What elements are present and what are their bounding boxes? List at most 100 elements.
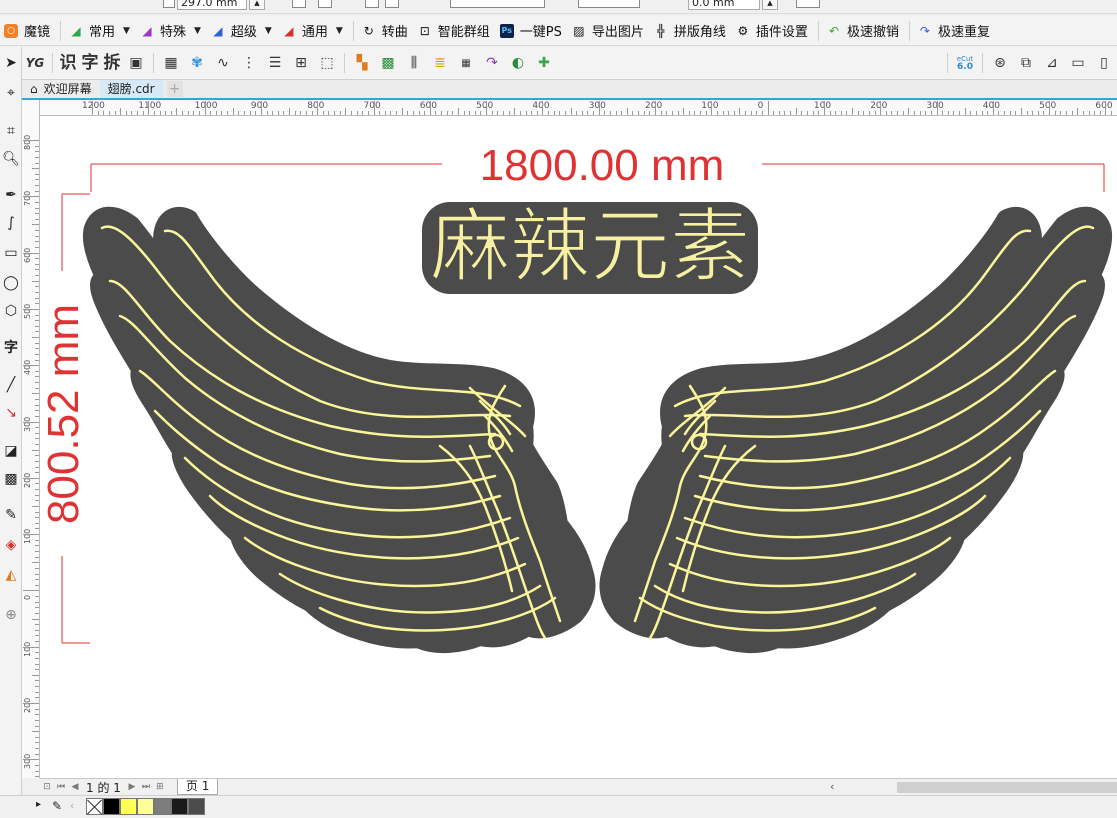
vertical-ruler[interactable]: 800 700 600 500 400 300 200 100 0 100 200 300 [22, 100, 40, 778]
horizontal-scrollbar[interactable]: ‹ [830, 779, 1117, 795]
drawing-canvas[interactable]: 1800.00 mm 800.52 mm 麻辣元素 [40, 116, 1117, 778]
puzzle-icon[interactable]: ✚ [532, 51, 556, 75]
pick-tool-icon[interactable]: ➤ [0, 51, 22, 75]
add-page-icon[interactable]: ⊞ [153, 780, 167, 794]
intersect-icon[interactable]: ⧉ [1014, 51, 1038, 75]
height-field[interactable]: 297.0 mm [177, 0, 247, 10]
color-swatch[interactable] [103, 798, 120, 815]
chevron-down-icon[interactable]: ▼ [336, 26, 343, 36]
plugin-special-button[interactable]: ◢ 特殊 ▼ [136, 18, 207, 44]
shape-tool-icon[interactable]: ⌖ [0, 81, 22, 105]
columns-icon[interactable]: ⫼ [402, 51, 426, 75]
zoom-tool-icon[interactable]: 🔍︎ [0, 147, 22, 171]
color-swatch[interactable] [188, 798, 205, 815]
split-button[interactable]: 拆 [101, 51, 123, 75]
plugin-quick-undo-button[interactable]: ↶ 极速撤销 [823, 18, 905, 44]
plugin-common-button[interactable]: ◢ 常用 ▼ [65, 18, 136, 44]
options-button[interactable] [796, 0, 820, 8]
current-page-button[interactable] [385, 0, 399, 8]
plugin-one-click-ps-button[interactable]: Ps 一键PS [496, 18, 568, 44]
next-page-icon[interactable]: ▶ [125, 780, 139, 794]
folder-icon[interactable]: ▯ [1092, 51, 1116, 75]
distribute-icon[interactable]: ⋮ [237, 51, 261, 75]
recognize-text-button[interactable]: 识 [57, 51, 79, 75]
nudge-field[interactable] [578, 0, 640, 8]
leaf-icon[interactable]: ◐ [506, 51, 530, 75]
height-dimension[interactable]: 800.52 mm [40, 193, 90, 644]
plugin-magic-mirror-button[interactable]: ○ 魔镜 [0, 18, 56, 44]
ellipse-tool-icon[interactable]: ◯ [0, 271, 22, 295]
color-swatch[interactable] [137, 798, 154, 815]
grid-dots-icon[interactable]: ▦ [454, 51, 478, 75]
eyedropper-icon[interactable]: ✎ [52, 799, 62, 813]
plugin-general-button[interactable]: ◢ 通用 ▼ [278, 18, 349, 44]
scrollbar-thumb[interactable] [897, 782, 1117, 793]
plugin-export-image-button[interactable]: ▨ 导出图片 [568, 18, 650, 44]
line-tool-icon[interactable]: ╱ [0, 373, 22, 397]
text-tool-icon[interactable]: 字 [0, 335, 22, 359]
pattern-icon[interactable]: ✾ [185, 51, 209, 75]
wave-icon[interactable]: ∿ [211, 51, 235, 75]
yg-logo-button[interactable]: YG [23, 51, 47, 75]
ruler-icon[interactable]: ▭ [1066, 51, 1090, 75]
chevron-down-icon[interactable]: ▼ [265, 26, 272, 36]
ecut-button[interactable]: eCut 6.0 [953, 51, 977, 75]
color-swatch[interactable] [120, 798, 137, 815]
color-swatch[interactable] [154, 798, 171, 815]
table-icon[interactable]: ▦ [159, 51, 183, 75]
curve-tool-icon[interactable]: ∫ [0, 211, 22, 235]
eyedropper-tool-icon[interactable]: ✎ [0, 503, 22, 527]
measure-icon[interactable]: ⊿ [1040, 51, 1064, 75]
chevron-down-icon[interactable]: ▼ [123, 26, 130, 36]
paste-icon[interactable]: ▣ [124, 51, 148, 75]
transparency-tool-icon[interactable]: ▩ [0, 467, 22, 491]
all-pages-button[interactable] [365, 0, 379, 8]
nodes-icon[interactable]: ⊞ [289, 51, 313, 75]
last-page-icon[interactable]: ⏭ [139, 780, 153, 794]
offset-spinner[interactable]: ▲ [762, 0, 778, 10]
tab-wings-cdr[interactable]: 翅膀.cdr [99, 80, 163, 98]
add-tool-icon[interactable]: ⊕ [0, 603, 22, 627]
connector-tool-icon[interactable]: ↘ [0, 401, 22, 425]
plugin-settings-button[interactable]: ⚙ 插件设置 [732, 18, 814, 44]
select-box-icon[interactable]: ⬚ [315, 51, 339, 75]
chevron-down-icon[interactable]: ▼ [194, 26, 201, 36]
plugin-quick-redo-button[interactable]: ↷ 极速重复 [914, 18, 996, 44]
fill-tool-icon[interactable]: ◈ [0, 533, 22, 557]
no-color-swatch[interactable] [86, 798, 103, 815]
plugin-super-button[interactable]: ◢ 超级 ▼ [207, 18, 278, 44]
scroll-left-icon[interactable]: ‹ [830, 780, 834, 793]
duplicate-offset-field[interactable]: 0.0 mm [688, 0, 760, 10]
image-frame-icon[interactable]: ▩ [376, 51, 400, 75]
title-plate[interactable]: 麻辣元素 [422, 199, 758, 294]
align-lines-icon[interactable]: ☰ [263, 51, 287, 75]
weld-icon[interactable]: ⊛ [988, 51, 1012, 75]
height-spinner[interactable]: ▲ [249, 0, 265, 10]
transform-icon[interactable]: ↷ [480, 51, 504, 75]
page-tab[interactable]: 页 1 [176, 779, 219, 795]
polygon-tool-icon[interactable]: ⬡ [0, 299, 22, 323]
smart-fill-icon[interactable]: ◭ [0, 563, 22, 587]
rectangle-tool-icon[interactable]: ▭ [0, 241, 22, 265]
list-icon[interactable]: ≣ [428, 51, 452, 75]
page-settings-icon[interactable]: ⊡ [40, 780, 54, 794]
tab-welcome[interactable]: ⌂ 欢迎屏幕 [22, 80, 100, 98]
plugin-smart-group-button[interactable]: ⊡ 智能群组 [414, 18, 496, 44]
arrange-icon[interactable]: ▚ [350, 51, 374, 75]
width-dimension[interactable]: 1800.00 mm [90, 141, 1105, 192]
crop-tool-icon[interactable]: ⌗ [0, 119, 22, 143]
prev-page-icon[interactable]: ◀ [68, 780, 82, 794]
portrait-button[interactable] [292, 0, 306, 8]
plugin-imposition-marks-button[interactable]: ╬ 拼版角线 [650, 18, 732, 44]
horizontal-ruler[interactable]: 1200 1100 1000 900 800 700 600 500 400 300 200 100 0… [40, 100, 1117, 116]
shadow-tool-icon[interactable]: ◪ [0, 439, 22, 463]
color-swatch[interactable] [171, 798, 188, 815]
palette-scroll-left-icon[interactable]: ‹ [70, 799, 74, 812]
landscape-button[interactable] [318, 0, 332, 8]
first-page-icon[interactable]: ⏮ [54, 780, 68, 794]
pen-tool-icon[interactable]: ✒ [0, 183, 22, 207]
new-tab-button[interactable]: + [166, 81, 183, 97]
text-button[interactable]: 字 [79, 51, 101, 75]
palette-menu-icon[interactable]: ▸ [36, 799, 41, 810]
units-dropdown[interactable] [450, 0, 545, 8]
